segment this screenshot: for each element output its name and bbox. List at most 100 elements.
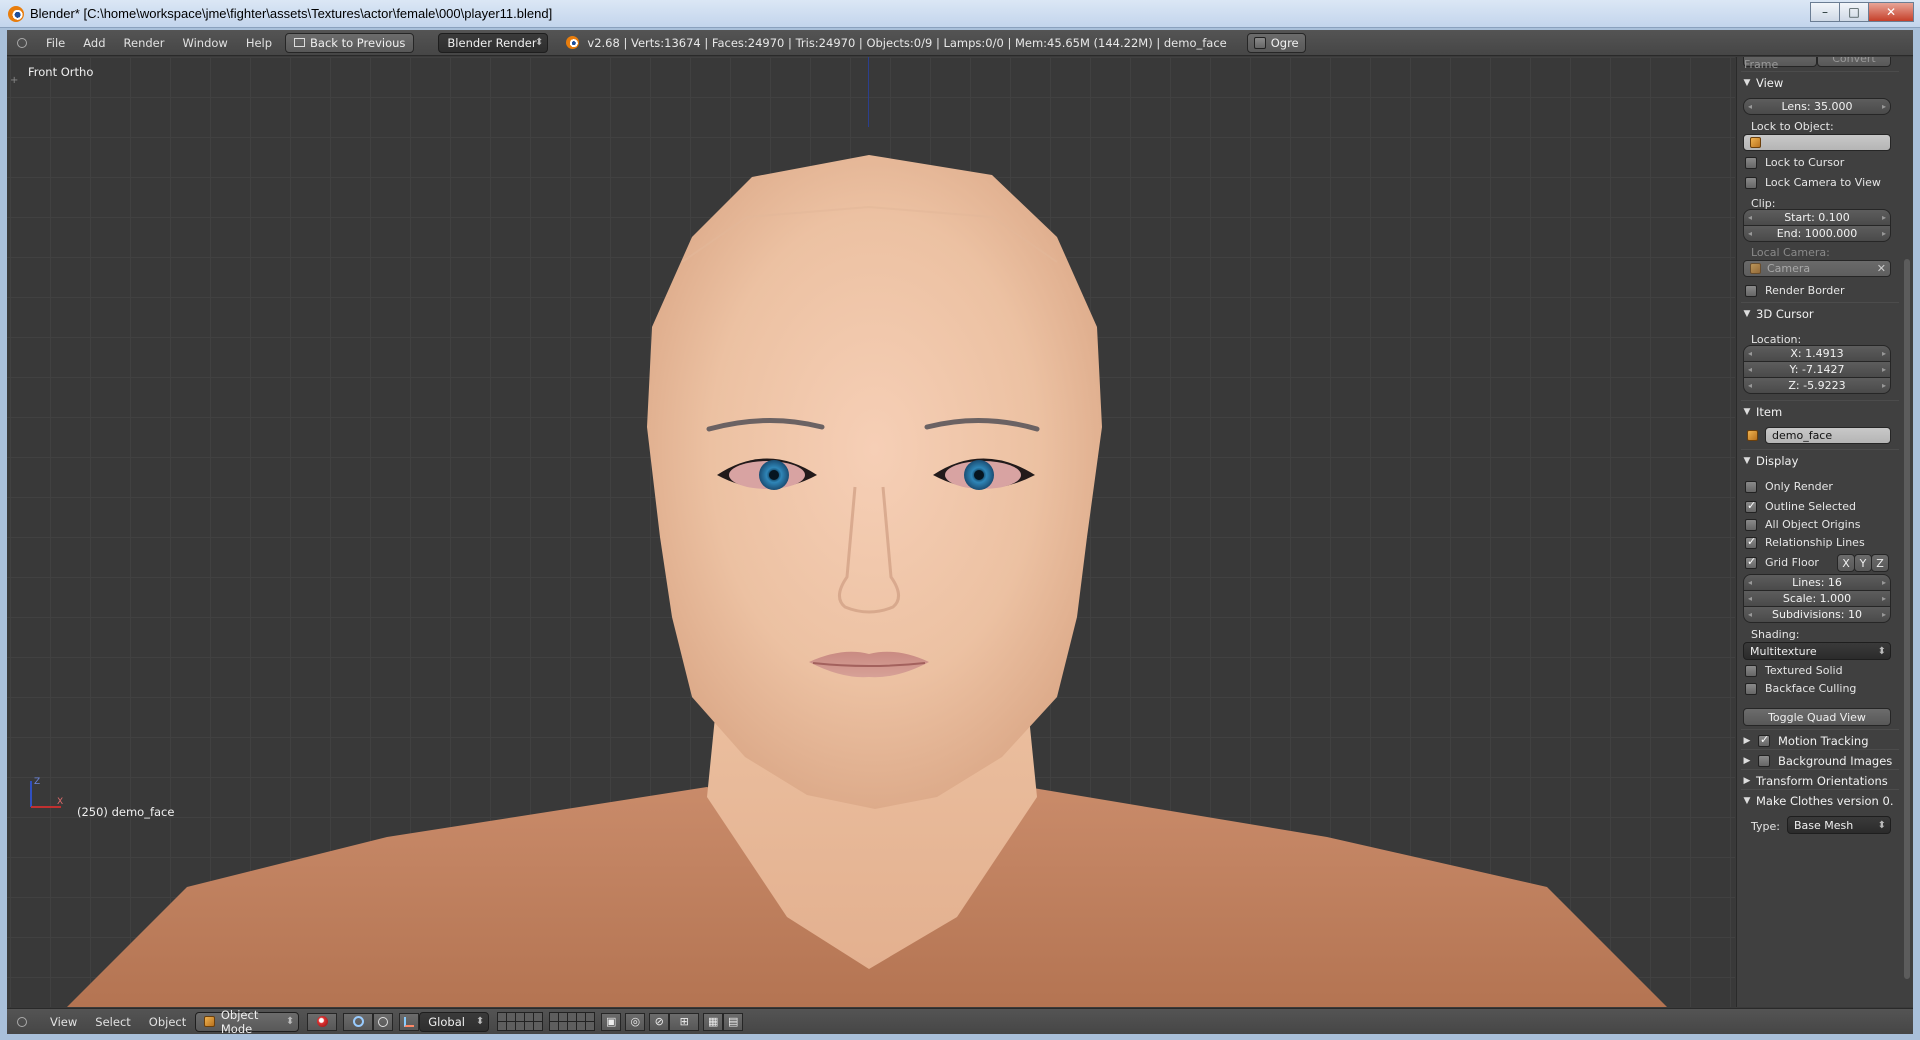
- blender-icon: [566, 36, 580, 49]
- viewport-shading-button[interactable]: [307, 1012, 338, 1031]
- clear-icon[interactable]: ✕: [1877, 262, 1886, 275]
- lock-icon: ▣: [606, 1015, 617, 1028]
- grid-floor-row[interactable]: Grid Floor: [1745, 555, 1819, 569]
- background-images-section-header[interactable]: ▶ Background Images: [1741, 749, 1899, 771]
- transform-orientations-section-header[interactable]: ▶ Transform Orientations: [1741, 769, 1899, 791]
- only-render-checkbox[interactable]: [1745, 480, 1757, 493]
- backface-culling-checkbox[interactable]: [1745, 682, 1757, 695]
- lens-field[interactable]: Lens: 35.000: [1743, 98, 1891, 115]
- view-section-header[interactable]: ▼ View: [1741, 71, 1899, 93]
- back-to-previous-label: Back to Previous: [310, 35, 406, 50]
- grid-x-toggle[interactable]: X: [1837, 554, 1855, 572]
- proportional-edit-button[interactable]: ◎: [625, 1012, 646, 1031]
- render-engine-select[interactable]: Blender Render: [438, 32, 549, 53]
- ogre-checkbox[interactable]: [1253, 36, 1266, 49]
- menu-view[interactable]: View: [41, 1015, 86, 1029]
- local-camera-field[interactable]: Camera ✕: [1743, 260, 1891, 277]
- all-object-origins-row[interactable]: All Object Origins: [1745, 518, 1860, 531]
- grid-y-toggle[interactable]: Y: [1854, 554, 1872, 572]
- only-render-row[interactable]: Only Render: [1745, 480, 1833, 493]
- grid-subdivisions-field[interactable]: Subdivisions: 10: [1743, 606, 1891, 623]
- outline-selected-checkbox[interactable]: [1745, 499, 1757, 513]
- cursor-z-field[interactable]: Z: -5.9223: [1743, 377, 1891, 394]
- snap-element-button[interactable]: ⊞: [669, 1012, 700, 1031]
- textured-solid-row[interactable]: Textured Solid: [1745, 664, 1843, 677]
- outline-selected-row[interactable]: Outline Selected: [1745, 499, 1856, 513]
- pivot-icon: [352, 1016, 364, 1027]
- properties-panel: Delete Frame Convert ▼View Lens: 35.000 …: [1736, 57, 1913, 1007]
- clip-end-field[interactable]: End: 1000.000: [1743, 225, 1891, 242]
- manipulator-icon: [378, 1016, 389, 1027]
- menu-help[interactable]: Help: [237, 36, 281, 50]
- lock-camera-row[interactable]: Lock Camera to View: [1745, 176, 1881, 189]
- object-icon: [1750, 137, 1761, 148]
- clip-start-field[interactable]: Start: 0.100: [1743, 209, 1891, 226]
- shading-sphere-icon: [316, 1016, 328, 1027]
- item-name-field[interactable]: demo_face: [1765, 427, 1891, 444]
- make-clothes-section-header[interactable]: ▼ Make Clothes version 0.: [1741, 789, 1899, 811]
- panel-scrollbar[interactable]: [1903, 59, 1911, 999]
- mode-select[interactable]: Object Mode: [195, 1008, 300, 1036]
- 3d-viewport[interactable]: + Front Ortho Z X (250) demo_face: [7, 57, 1735, 1007]
- toggle-quad-view-button[interactable]: Toggle Quad View: [1743, 708, 1891, 726]
- snap-toggle[interactable]: ⊘: [649, 1012, 670, 1031]
- render-border-checkbox[interactable]: [1745, 284, 1757, 297]
- layers-group-2[interactable]: [549, 1012, 596, 1031]
- editor-type-icon[interactable]: [17, 37, 27, 48]
- relationship-lines-row[interactable]: Relationship Lines: [1745, 535, 1865, 549]
- lock-to-cursor-row[interactable]: Lock to Cursor: [1745, 156, 1844, 169]
- menu-object[interactable]: Object: [140, 1015, 195, 1029]
- grid-z-toggle[interactable]: Z: [1871, 554, 1889, 572]
- maximize-button[interactable]: □: [1839, 2, 1869, 22]
- delete-frame-button[interactable]: Delete Frame: [1743, 57, 1817, 71]
- relationship-lines-checkbox[interactable]: [1745, 535, 1757, 549]
- lock-to-cursor-checkbox[interactable]: [1745, 156, 1757, 169]
- grid-floor-checkbox[interactable]: [1745, 555, 1757, 569]
- lock-layers-button[interactable]: ▣: [601, 1012, 622, 1031]
- menu-render[interactable]: Render: [115, 36, 174, 50]
- render-opengl-button[interactable]: ▦: [703, 1012, 724, 1031]
- menu-add[interactable]: Add: [74, 36, 114, 50]
- backface-culling-row[interactable]: Backface Culling: [1745, 682, 1856, 695]
- menu-file[interactable]: File: [37, 36, 74, 50]
- background-images-checkbox[interactable]: [1758, 754, 1770, 767]
- transform-orientation-icon-button[interactable]: [399, 1012, 420, 1031]
- convert-button[interactable]: Convert: [1817, 57, 1891, 67]
- motion-tracking-section-header[interactable]: ▶Motion Tracking: [1741, 729, 1899, 751]
- render-border-row[interactable]: Render Border: [1745, 284, 1845, 297]
- axis-gizmo: Z X: [30, 777, 63, 808]
- menu-select[interactable]: Select: [86, 1015, 139, 1029]
- mesh-object-icon: [1747, 430, 1758, 441]
- axis-x-label: X: [57, 797, 63, 807]
- menu-window[interactable]: Window: [173, 36, 236, 50]
- close-button[interactable]: ✕: [1868, 2, 1914, 22]
- type-select[interactable]: Base Mesh: [1787, 816, 1891, 834]
- object-mode-icon: [204, 1016, 215, 1027]
- blender-logo-icon: [8, 5, 24, 22]
- item-section-header[interactable]: ▼ Item: [1741, 400, 1899, 422]
- motion-tracking-checkbox[interactable]: [1758, 733, 1770, 747]
- grid-lines-field[interactable]: Lines: 16: [1743, 574, 1891, 591]
- lock-camera-checkbox[interactable]: [1745, 176, 1757, 189]
- cursor-x-field[interactable]: X: 1.4913: [1743, 345, 1891, 362]
- lock-to-object-label: Lock to Object:: [1751, 120, 1834, 133]
- layers-group-1[interactable]: [497, 1012, 544, 1031]
- textured-solid-checkbox[interactable]: [1745, 664, 1757, 677]
- orientation-select[interactable]: Global: [419, 1011, 490, 1032]
- cursor-y-field[interactable]: Y: -7.1427: [1743, 361, 1891, 378]
- display-section-header[interactable]: ▼ Display: [1741, 449, 1899, 471]
- lock-object-field[interactable]: [1743, 134, 1891, 151]
- render-animation-button[interactable]: ▤: [723, 1012, 744, 1031]
- pivot-point-button[interactable]: [343, 1012, 374, 1031]
- shading-select[interactable]: Multitexture: [1743, 642, 1891, 660]
- ogre-button[interactable]: Ogre: [1246, 32, 1306, 53]
- back-to-previous-button[interactable]: Back to Previous: [285, 32, 415, 53]
- head-model[interactable]: [7, 57, 1735, 1007]
- minimize-button[interactable]: –: [1810, 2, 1840, 22]
- manipulator-toggle[interactable]: [373, 1012, 394, 1031]
- editor-type-icon-bottom[interactable]: [17, 1016, 27, 1027]
- grid-scale-field[interactable]: Scale: 1.000: [1743, 590, 1891, 607]
- 3d-cursor-section-header[interactable]: ▼ 3D Cursor: [1741, 302, 1899, 324]
- all-object-origins-checkbox[interactable]: [1745, 518, 1757, 531]
- snap-icon: ⊘: [654, 1015, 664, 1028]
